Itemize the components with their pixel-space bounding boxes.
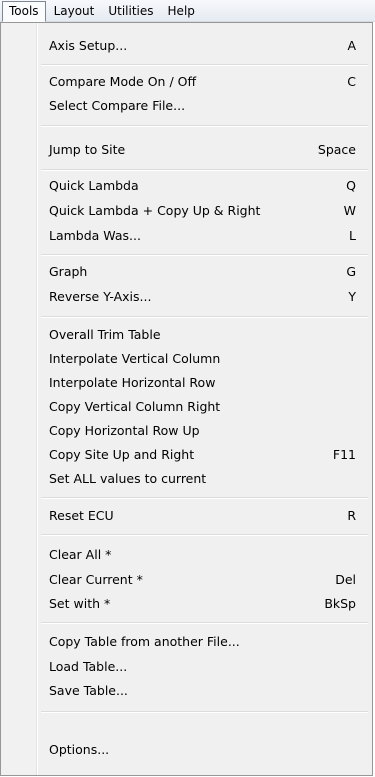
menu-item-label: Load Table... — [49, 658, 128, 674]
tools-dropdown-menu: Axis Setup... A Compare Mode On / Off C … — [0, 22, 373, 776]
menu-item-lambda-was[interactable]: Lambda Was... L — [1, 224, 372, 246]
menu-item-label: Copy Vertical Column Right — [49, 398, 221, 414]
menu-separator — [41, 254, 368, 256]
menu-item-label: Reverse Y-Axis... — [49, 288, 152, 304]
menu-item-label: Graph — [49, 263, 88, 279]
menu-item-set-all-values[interactable]: Set ALL values to current — [1, 467, 372, 489]
menu-item-jump-to-site[interactable]: Jump to Site Space — [1, 138, 372, 160]
menu-item-interpolate-horizontal-row[interactable]: Interpolate Horizontal Row — [1, 371, 372, 393]
menu-item-shortcut: BkSp — [324, 595, 356, 611]
menu-separator — [41, 622, 368, 624]
menu-item-copy-table-from-file[interactable]: Copy Table from another File... — [1, 630, 372, 652]
menu-separator — [41, 125, 368, 127]
menu-item-shortcut: R — [347, 507, 356, 523]
menu-tools[interactable]: Tools — [2, 0, 46, 22]
menu-item-label: Copy Site Up and Right — [49, 446, 195, 462]
menu-item-label: Quick Lambda + Copy Up & Right — [49, 202, 261, 218]
menu-item-load-table[interactable]: Load Table... — [1, 655, 372, 677]
menu-item-label: Clear All * — [49, 546, 112, 562]
menu-separator — [41, 169, 368, 171]
menu-item-label: Interpolate Vertical Column — [49, 350, 221, 366]
menu-item-shortcut: Space — [317, 141, 356, 157]
menu-item-quick-lambda-copy[interactable]: Quick Lambda + Copy Up & Right W — [1, 199, 372, 221]
menu-item-shortcut: G — [346, 263, 356, 279]
menu-item-copy-horizontal-row-up[interactable]: Copy Horizontal Row Up — [1, 419, 372, 441]
menu-separator — [41, 711, 368, 713]
menu-layout[interactable]: Layout — [48, 2, 101, 20]
menu-item-select-compare-file[interactable]: Select Compare File... — [1, 94, 372, 116]
menu-item-label: Overall Trim Table — [49, 326, 161, 342]
menu-item-interpolate-vertical-column[interactable]: Interpolate Vertical Column — [1, 347, 372, 369]
menu-item-compare-mode[interactable]: Compare Mode On / Off C — [1, 70, 372, 92]
menu-item-label: Copy Table from another File... — [49, 633, 240, 649]
menu-item-shortcut: L — [349, 227, 356, 243]
menu-help[interactable]: Help — [162, 2, 201, 20]
menu-separator — [41, 64, 368, 66]
menu-item-label: Lambda Was... — [49, 227, 141, 243]
menu-item-label: Copy Horizontal Row Up — [49, 422, 200, 438]
menu-item-label: Set ALL values to current — [49, 470, 207, 486]
menu-item-label: Options... — [49, 741, 110, 757]
menu-item-quick-lambda[interactable]: Quick Lambda Q — [1, 174, 372, 196]
menu-item-label: Save Table... — [49, 682, 128, 698]
menu-item-set-with[interactable]: Set with * BkSp — [1, 592, 372, 614]
menu-utilities[interactable]: Utilities — [102, 2, 159, 20]
menu-item-label: Jump to Site — [49, 141, 126, 157]
menu-bar: Tools Layout Utilities Help — [0, 0, 375, 22]
menu-item-label: Quick Lambda — [49, 177, 139, 193]
menu-item-shortcut: Y — [348, 288, 356, 304]
menu-separator — [41, 316, 368, 318]
menu-separator — [41, 534, 368, 536]
menu-item-label: Set with * — [49, 595, 111, 611]
menu-item-shortcut: W — [343, 202, 356, 218]
menu-item-label: Reset ECU — [49, 507, 114, 523]
menu-item-copy-vertical-column-right[interactable]: Copy Vertical Column Right — [1, 395, 372, 417]
menu-item-save-table[interactable]: Save Table... — [1, 679, 372, 701]
menu-item-label: Clear Current * — [49, 571, 143, 587]
menu-item-reverse-y-axis[interactable]: Reverse Y-Axis... Y — [1, 285, 372, 307]
menu-item-label: Compare Mode On / Off — [49, 73, 197, 89]
menu-item-label: Select Compare File... — [49, 97, 186, 113]
menu-item-label: Axis Setup... — [49, 37, 128, 53]
menu-item-reset-ecu[interactable]: Reset ECU R — [1, 504, 372, 526]
menu-item-shortcut: A — [347, 37, 356, 53]
menu-item-shortcut: Del — [335, 571, 356, 587]
menu-item-shortcut: Q — [346, 177, 356, 193]
menu-item-options[interactable]: Options... — [1, 738, 372, 760]
menu-item-axis-setup[interactable]: Axis Setup... A — [1, 34, 372, 56]
menu-item-clear-current[interactable]: Clear Current * Del — [1, 568, 372, 590]
menu-item-overall-trim-table[interactable]: Overall Trim Table — [1, 323, 372, 345]
menu-separator — [41, 497, 368, 499]
menu-item-graph[interactable]: Graph G — [1, 260, 372, 282]
menu-item-copy-site-up-and-right[interactable]: Copy Site Up and Right F11 — [1, 443, 372, 465]
menu-item-label: Interpolate Horizontal Row — [49, 374, 216, 390]
menu-item-clear-all[interactable]: Clear All * — [1, 543, 372, 565]
menu-item-shortcut: F11 — [332, 446, 356, 462]
menu-item-shortcut: C — [347, 73, 356, 89]
